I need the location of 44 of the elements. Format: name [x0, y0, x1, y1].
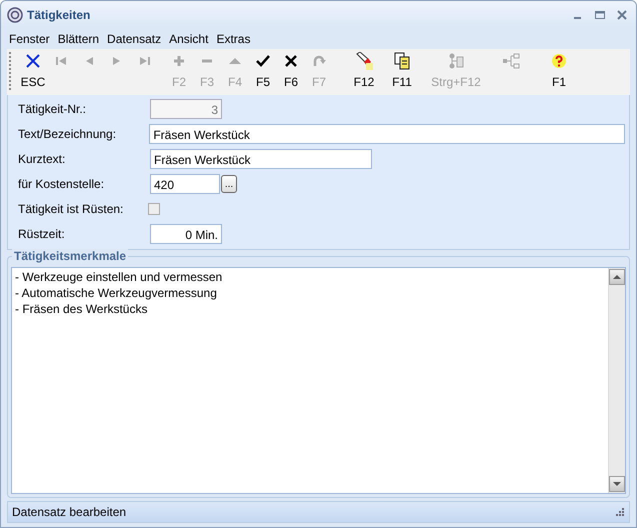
copy-icon	[393, 52, 411, 70]
field-label: Tätigkeit ist Rüsten:	[18, 202, 124, 216]
torch-icon	[355, 52, 373, 70]
menu-item[interactable]: Datensatz	[103, 32, 166, 46]
input-field[interactable]: Fräsen Werkstück	[149, 124, 625, 144]
menu-item[interactable]: Fenster	[5, 32, 54, 46]
scroll-down-icon[interactable]	[609, 476, 625, 492]
toolbar-button[interactable]: ESC	[19, 52, 47, 89]
toolbar-button[interactable]: F6	[277, 52, 305, 89]
window-title: Tätigkeiten	[27, 8, 90, 22]
text-line: - Werkzeuge einstellen und vermessen	[15, 269, 224, 285]
field-label: Kurztext:	[18, 152, 66, 166]
field-label: Text/Bezeichnung:	[18, 127, 118, 141]
maximize-icon[interactable]	[594, 8, 606, 20]
minus-icon	[201, 59, 213, 63]
menu-item[interactable]: Ansicht	[165, 32, 212, 46]
menu-item[interactable]: Extras	[212, 32, 254, 46]
app-icon	[7, 6, 23, 22]
field-label: Rüstzeit:	[18, 227, 66, 241]
input-field[interactable]: Fräsen Werkstück	[150, 149, 372, 169]
text-line: - Fräsen des Werkstücks	[15, 301, 148, 317]
resize-grip-icon[interactable]	[615, 507, 625, 517]
esc-icon	[24, 52, 42, 70]
status-text: Datensatz bearbeiten	[12, 505, 126, 519]
checkbox[interactable]	[148, 203, 160, 215]
lookup-button[interactable]: ...	[221, 175, 237, 193]
branch-icon	[502, 52, 520, 70]
field-label: für Kostenstelle:	[18, 177, 106, 191]
input-field[interactable]: 0 Min.	[150, 224, 222, 244]
input-field[interactable]: 420	[150, 174, 220, 194]
scrollbar[interactable]	[608, 268, 625, 493]
tree-icon	[447, 52, 465, 70]
text-line: - Automatische Werkzeugvermessung	[15, 285, 218, 301]
menu-item[interactable]: Blättern	[54, 32, 104, 46]
help-icon	[550, 52, 568, 70]
toolbar-button[interactable]: F1	[545, 52, 573, 89]
toolbar-button[interactable]: F11	[383, 52, 421, 89]
close-icon[interactable]	[616, 8, 628, 20]
toolbar-button[interactable]: F12	[345, 52, 383, 89]
text-area[interactable]: - Werkzeuge einstellen und vermessen - Automatische Werkzeugvermessung - Fräsen des Werkstücks	[11, 267, 626, 494]
group-title: Tätigkeitsmerkmale	[12, 249, 128, 263]
field-label: Tätigkeit-Nr.:	[18, 102, 88, 116]
toolbar-button[interactable]: F5	[249, 52, 277, 89]
scroll-up-icon[interactable]	[609, 269, 625, 285]
